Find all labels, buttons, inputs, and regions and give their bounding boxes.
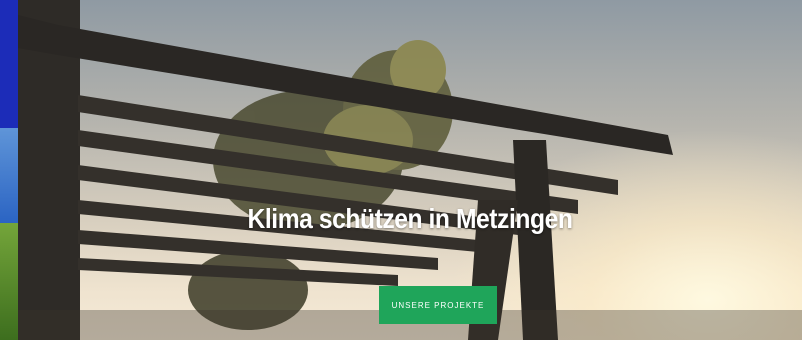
hero-title: Klima schützen in Metzingen [247,203,573,234]
hero-banner: Klima schützen in Metzingen UNSERE PROJE… [18,0,802,340]
background-window-strip [0,0,18,340]
background-window-grass [0,223,18,340]
background-window-titlebar [0,0,18,128]
our-projects-button[interactable]: UNSERE PROJEKTE [379,286,497,324]
background-window-sky [0,128,18,223]
